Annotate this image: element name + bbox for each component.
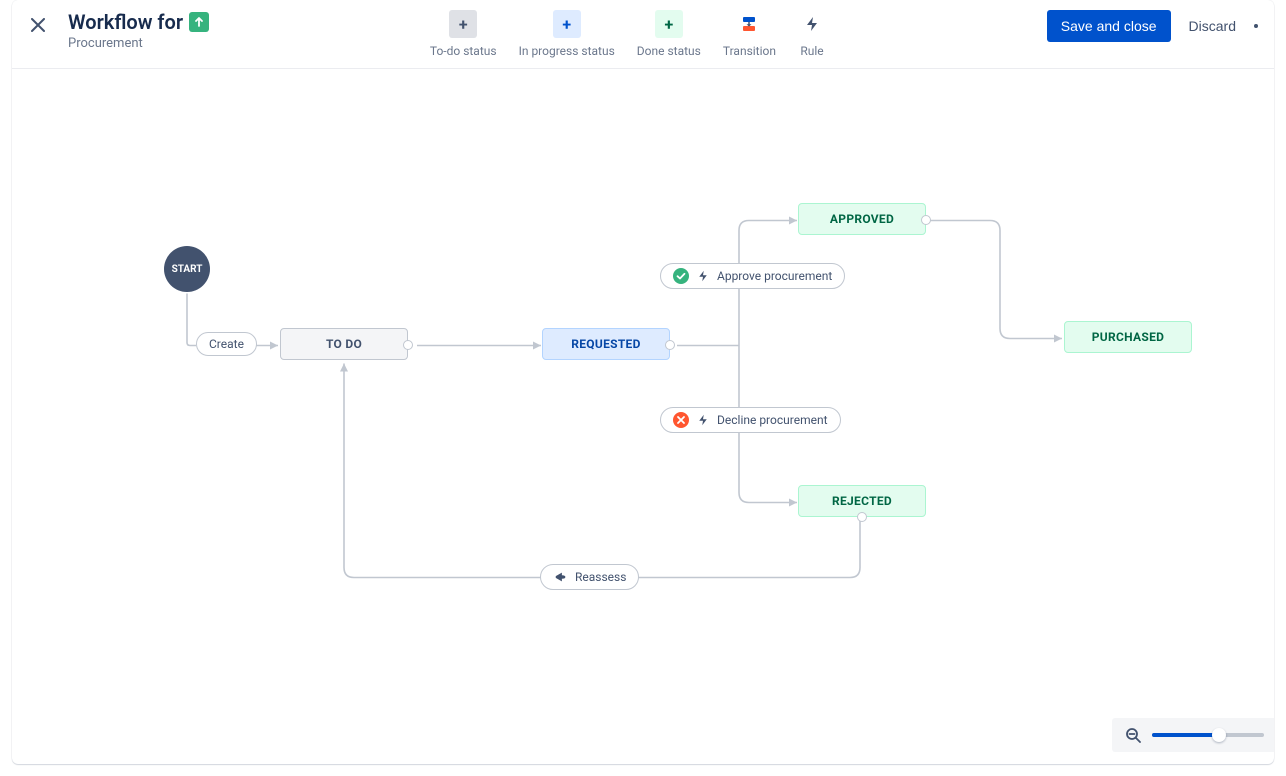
- close-icon: [31, 18, 45, 35]
- transition-icon: [735, 10, 763, 38]
- tool-todo-status[interactable]: + To-do status: [430, 10, 497, 58]
- check-circle-icon: [673, 268, 689, 284]
- page-title: Workflow for: [68, 10, 183, 34]
- port[interactable]: [857, 512, 867, 522]
- plus-icon: +: [655, 10, 683, 38]
- transition-approve[interactable]: Approve procurement: [660, 263, 845, 289]
- workflow-canvas[interactable]: START Create TO DO REQUESTED: [12, 71, 1274, 764]
- status-todo[interactable]: TO DO: [280, 328, 408, 360]
- x-circle-icon: [673, 412, 689, 428]
- discard-button[interactable]: Discard: [1185, 10, 1240, 42]
- lightning-icon: [695, 412, 711, 428]
- start-node[interactable]: START: [164, 246, 210, 292]
- edges-layer: [12, 71, 1274, 764]
- tool-done-status[interactable]: + Done status: [637, 10, 701, 58]
- status-rejected[interactable]: REJECTED: [798, 485, 926, 517]
- transition-reassess[interactable]: Reassess: [540, 564, 639, 590]
- arrow-up-icon: [193, 16, 205, 28]
- megaphone-icon: [553, 569, 569, 585]
- zoom-slider-thumb[interactable]: [1212, 728, 1226, 742]
- title-block: Workflow for Procurement: [68, 10, 209, 51]
- plus-icon: +: [449, 10, 477, 38]
- zoom-control: [1112, 718, 1274, 752]
- plus-icon: +: [553, 10, 581, 38]
- zoom-out-icon[interactable]: [1124, 726, 1142, 744]
- page-subtitle: Procurement: [68, 36, 209, 51]
- tool-rule[interactable]: Rule: [798, 10, 826, 58]
- transition-create[interactable]: Create: [196, 332, 257, 356]
- status-purchased[interactable]: PURCHASED: [1064, 321, 1192, 353]
- tool-inprogress-status[interactable]: + In progress status: [519, 10, 615, 58]
- status-approved[interactable]: APPROVED: [798, 203, 926, 235]
- port[interactable]: [665, 340, 675, 350]
- issue-type-badge: [189, 12, 209, 32]
- more-menu-icon[interactable]: [1254, 24, 1258, 28]
- lightning-icon: [798, 10, 826, 38]
- editor-header: Workflow for Procurement + To-do status …: [12, 0, 1274, 69]
- transition-decline[interactable]: Decline procurement: [660, 407, 841, 433]
- port[interactable]: [403, 340, 413, 350]
- close-button[interactable]: [22, 10, 54, 42]
- toolbar: + To-do status + In progress status + Do…: [430, 10, 826, 58]
- tool-transition[interactable]: Transition: [723, 10, 776, 58]
- port[interactable]: [921, 215, 931, 225]
- zoom-slider[interactable]: [1152, 733, 1264, 737]
- status-requested[interactable]: REQUESTED: [542, 328, 670, 360]
- save-button[interactable]: Save and close: [1047, 10, 1171, 42]
- lightning-icon: [695, 268, 711, 284]
